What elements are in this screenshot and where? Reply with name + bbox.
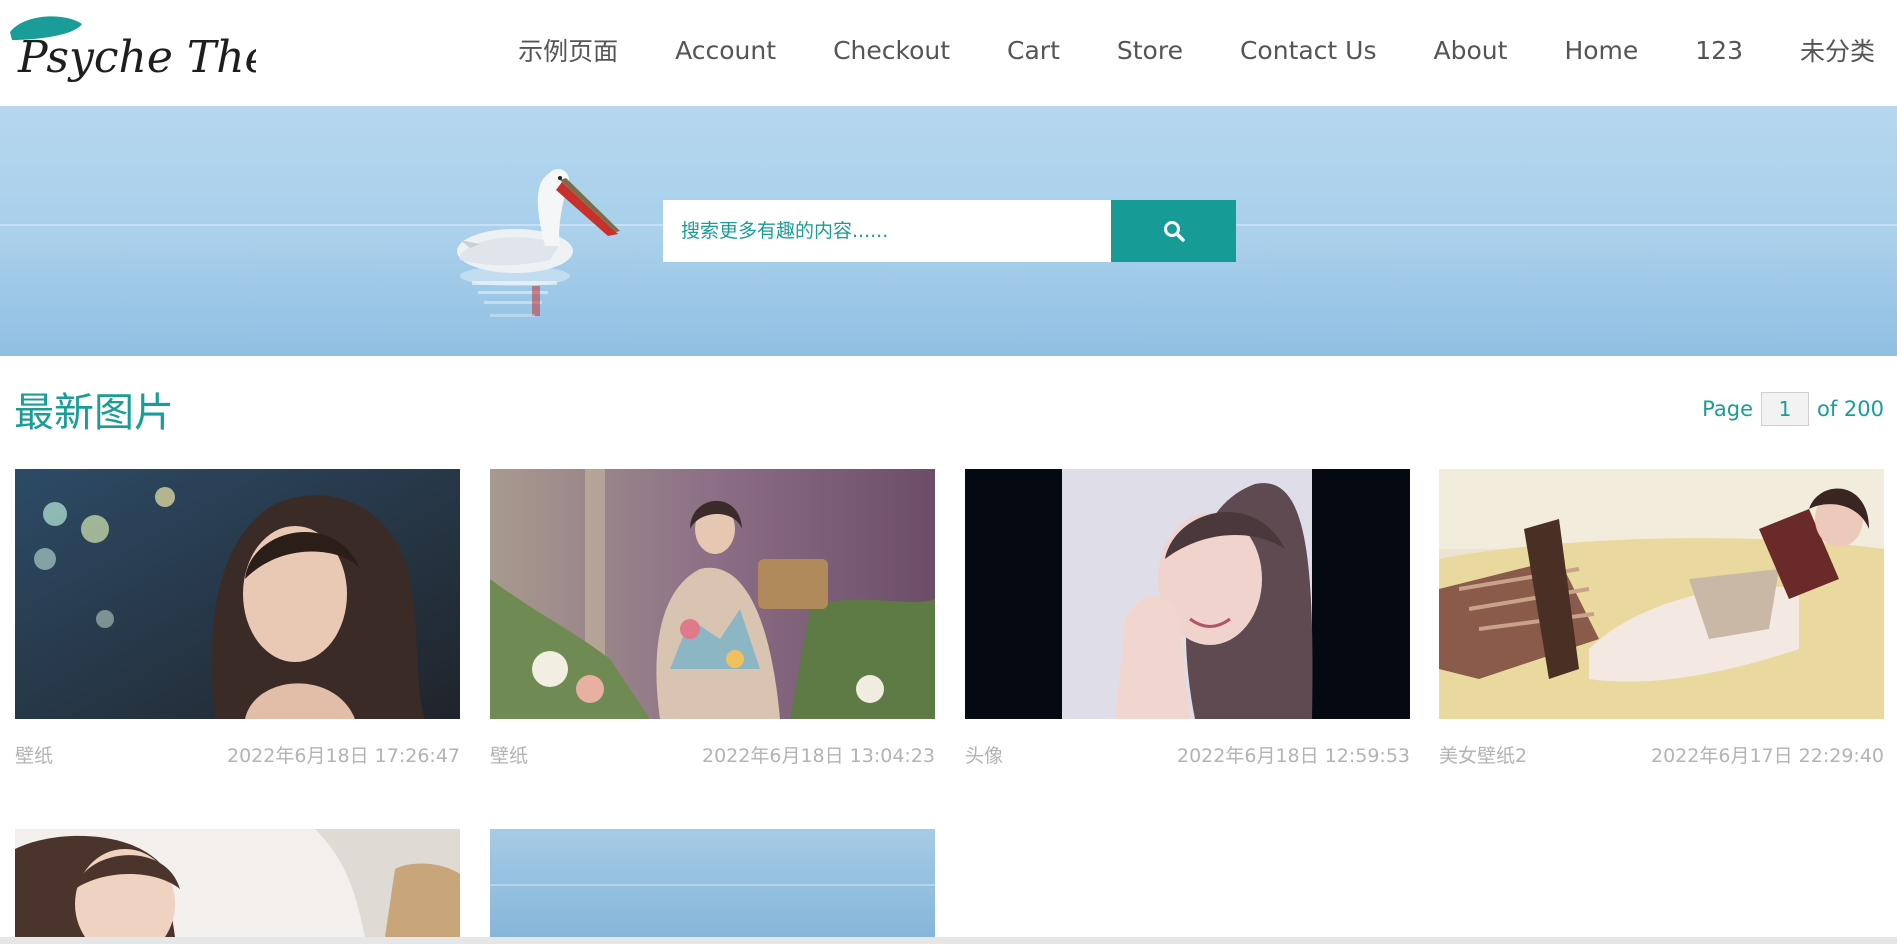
nav-item-cart[interactable]: Cart xyxy=(1007,36,1060,65)
card-meta: 壁纸 2022年6月18日 13:04:23 xyxy=(490,741,935,768)
pager-suffix: of 200 xyxy=(1817,397,1884,421)
nav-item-account[interactable]: Account xyxy=(675,36,776,65)
card-category[interactable]: 美女壁纸2 xyxy=(1439,741,1527,768)
logo-text: Psyche Theme xyxy=(17,32,256,83)
card-category[interactable]: 壁纸 xyxy=(15,741,53,768)
photo-thumbnail xyxy=(15,469,460,719)
photo-card[interactable]: 壁纸 2022年6月18日 13:04:23 xyxy=(490,469,935,768)
card-meta: 壁纸 2022年6月18日 17:26:47 xyxy=(15,741,460,768)
card-date: 2022年6月17日 22:29:40 xyxy=(1651,745,1884,767)
photo-card[interactable]: 头像 2022年6月18日 12:59:53 xyxy=(965,469,1410,768)
section-title: 最新图片 xyxy=(14,390,174,436)
nav-item-contact-us[interactable]: Contact Us xyxy=(1240,36,1377,65)
photo-thumbnail xyxy=(490,469,935,719)
card-meta: 美女壁纸2 2022年6月17日 22:29:40 xyxy=(1439,741,1884,768)
site-logo[interactable]: Psyche Theme xyxy=(4,10,256,90)
horizontal-scrollbar[interactable] xyxy=(0,937,1897,944)
card-image[interactable] xyxy=(15,469,460,719)
search-button[interactable] xyxy=(1111,200,1236,262)
card-category[interactable]: 头像 xyxy=(965,741,1003,768)
nav-item-uncategorized[interactable]: 未分类 xyxy=(1800,32,1875,68)
card-date: 2022年6月18日 17:26:47 xyxy=(227,745,460,767)
card-date: 2022年6月18日 12:59:53 xyxy=(1177,745,1410,767)
card-category[interactable]: 壁纸 xyxy=(490,741,528,768)
site-header: Psyche Theme 示例页面 Account Checkout Cart … xyxy=(0,0,1897,106)
card-image[interactable] xyxy=(490,469,935,719)
card-image[interactable] xyxy=(1439,469,1884,719)
photo-card[interactable] xyxy=(15,829,460,937)
card-image[interactable] xyxy=(15,829,460,937)
photo-thumbnail xyxy=(1439,469,1884,719)
card-date: 2022年6月18日 13:04:23 xyxy=(702,745,935,767)
photo-thumbnail xyxy=(15,829,460,937)
card-image[interactable] xyxy=(965,469,1410,719)
nav-item-about[interactable]: About xyxy=(1434,36,1508,65)
pagination: Page of 200 xyxy=(1702,392,1884,426)
nav-item-sample-page[interactable]: 示例页面 xyxy=(518,32,618,68)
search-icon xyxy=(1163,221,1185,242)
logo-image: Psyche Theme xyxy=(10,16,256,83)
photo-card[interactable]: 美女壁纸2 2022年6月17日 22:29:40 xyxy=(1439,469,1884,768)
photo-card[interactable] xyxy=(490,829,935,937)
card-meta: 头像 2022年6月18日 12:59:53 xyxy=(965,741,1410,768)
pager-prefix: Page xyxy=(1702,397,1753,421)
search-input[interactable] xyxy=(663,200,1111,262)
card-image[interactable] xyxy=(490,829,935,937)
nav-item-home[interactable]: Home xyxy=(1564,36,1638,65)
page-number-input[interactable] xyxy=(1761,392,1809,426)
search-bar xyxy=(663,200,1236,262)
hero-banner xyxy=(0,106,1897,356)
nav-item-checkout[interactable]: Checkout xyxy=(833,36,950,65)
photo-card[interactable]: 壁纸 2022年6月18日 17:26:47 xyxy=(15,469,460,768)
nav-item-store[interactable]: Store xyxy=(1117,36,1183,65)
nav-item-123[interactable]: 123 xyxy=(1695,36,1743,65)
main-nav: 示例页面 Account Checkout Cart Store Contact… xyxy=(461,0,1897,100)
photo-thumbnail xyxy=(965,469,1410,719)
pelican-illustration xyxy=(457,169,620,317)
photo-thumbnail xyxy=(490,829,935,937)
